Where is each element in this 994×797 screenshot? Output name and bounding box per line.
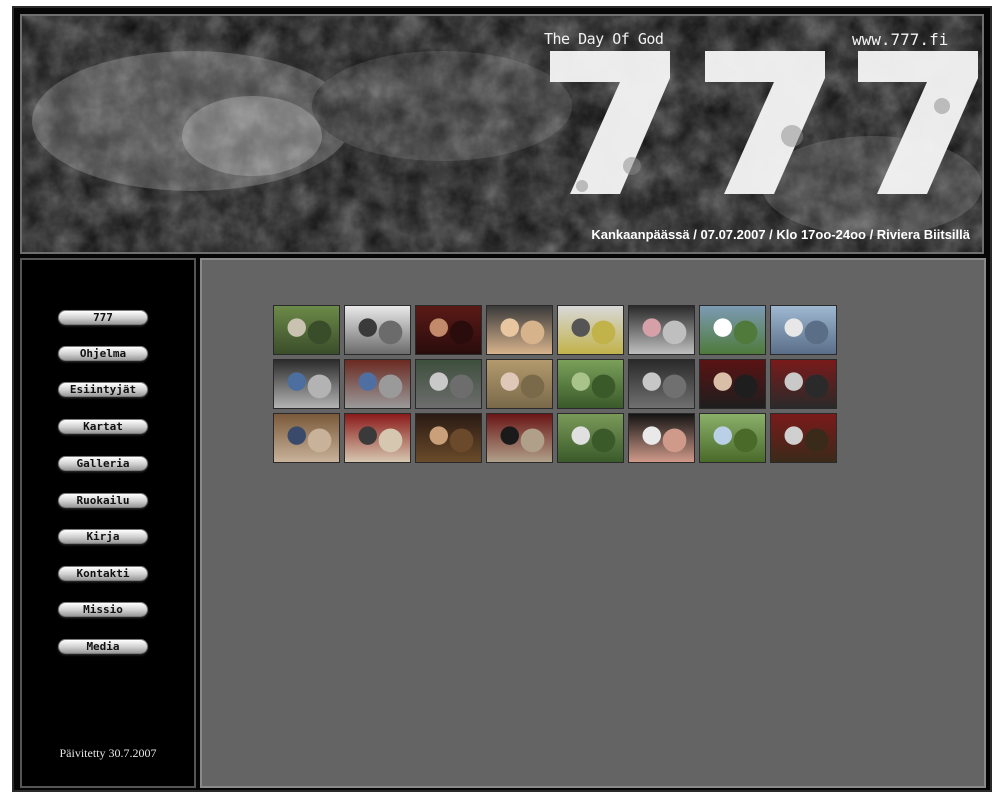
site-frame: The Day Of God www.777.fi Kankaanpäässä … bbox=[12, 6, 992, 792]
nav-button-ruokailu[interactable]: Ruokailu bbox=[58, 493, 148, 508]
gallery-thumbnail[interactable] bbox=[344, 305, 411, 355]
gallery-thumbnail[interactable] bbox=[344, 359, 411, 409]
gallery-thumbnail[interactable] bbox=[415, 359, 482, 409]
gallery-thumbnail[interactable] bbox=[557, 305, 624, 355]
gallery-thumbnail[interactable] bbox=[557, 413, 624, 463]
gallery-thumbnail[interactable] bbox=[628, 359, 695, 409]
gallery-thumbnail[interactable] bbox=[628, 413, 695, 463]
nav-button-kartat[interactable]: Kartat bbox=[58, 419, 148, 434]
nav-button-galleria[interactable]: Galleria bbox=[58, 456, 148, 471]
banner-tagline: The Day Of God bbox=[544, 30, 664, 48]
gallery-thumbnail[interactable] bbox=[344, 413, 411, 463]
nav-button-kontakti[interactable]: Kontakti bbox=[58, 566, 148, 581]
gallery-thumbnail[interactable] bbox=[273, 413, 340, 463]
gallery-thumbnail[interactable] bbox=[699, 359, 766, 409]
nav-button-esiintyjat[interactable]: Esiintyjät bbox=[58, 382, 148, 397]
main-content bbox=[200, 258, 986, 788]
banner-url: www.777.fi bbox=[852, 30, 949, 49]
gallery-thumbnail[interactable] bbox=[486, 413, 553, 463]
banner-event-info: Kankaanpäässä / 07.07.2007 / Klo 17oo-24… bbox=[591, 227, 970, 242]
gallery-thumbnail[interactable] bbox=[557, 359, 624, 409]
sidebar-nav: 777 Ohjelma Esiintyjät Kartat Galleria R… bbox=[20, 258, 196, 788]
photo-gallery bbox=[273, 305, 863, 475]
updated-date: Päivitetty 30.7.2007 bbox=[59, 746, 157, 760]
header-banner: The Day Of God www.777.fi Kankaanpäässä … bbox=[20, 14, 984, 254]
nav-button-kirja[interactable]: Kirja bbox=[58, 529, 148, 544]
nav-button-media[interactable]: Media bbox=[58, 639, 148, 654]
nav-button-ohjelma[interactable]: Ohjelma bbox=[58, 346, 148, 361]
gallery-thumbnail[interactable] bbox=[486, 305, 553, 355]
nav-button-missio[interactable]: Missio bbox=[58, 602, 148, 617]
gallery-thumbnail[interactable] bbox=[415, 413, 482, 463]
gallery-thumbnail[interactable] bbox=[628, 305, 695, 355]
gallery-thumbnail[interactable] bbox=[273, 305, 340, 355]
logo-777-graphic bbox=[550, 51, 978, 194]
gallery-thumbnail[interactable] bbox=[273, 359, 340, 409]
nav-button-777[interactable]: 777 bbox=[58, 310, 148, 325]
gallery-thumbnail[interactable] bbox=[770, 413, 837, 463]
gallery-thumbnail[interactable] bbox=[699, 413, 766, 463]
gallery-thumbnail[interactable] bbox=[770, 305, 837, 355]
gallery-thumbnail[interactable] bbox=[415, 305, 482, 355]
gallery-thumbnail[interactable] bbox=[486, 359, 553, 409]
gallery-thumbnail[interactable] bbox=[770, 359, 837, 409]
gallery-thumbnail[interactable] bbox=[699, 305, 766, 355]
